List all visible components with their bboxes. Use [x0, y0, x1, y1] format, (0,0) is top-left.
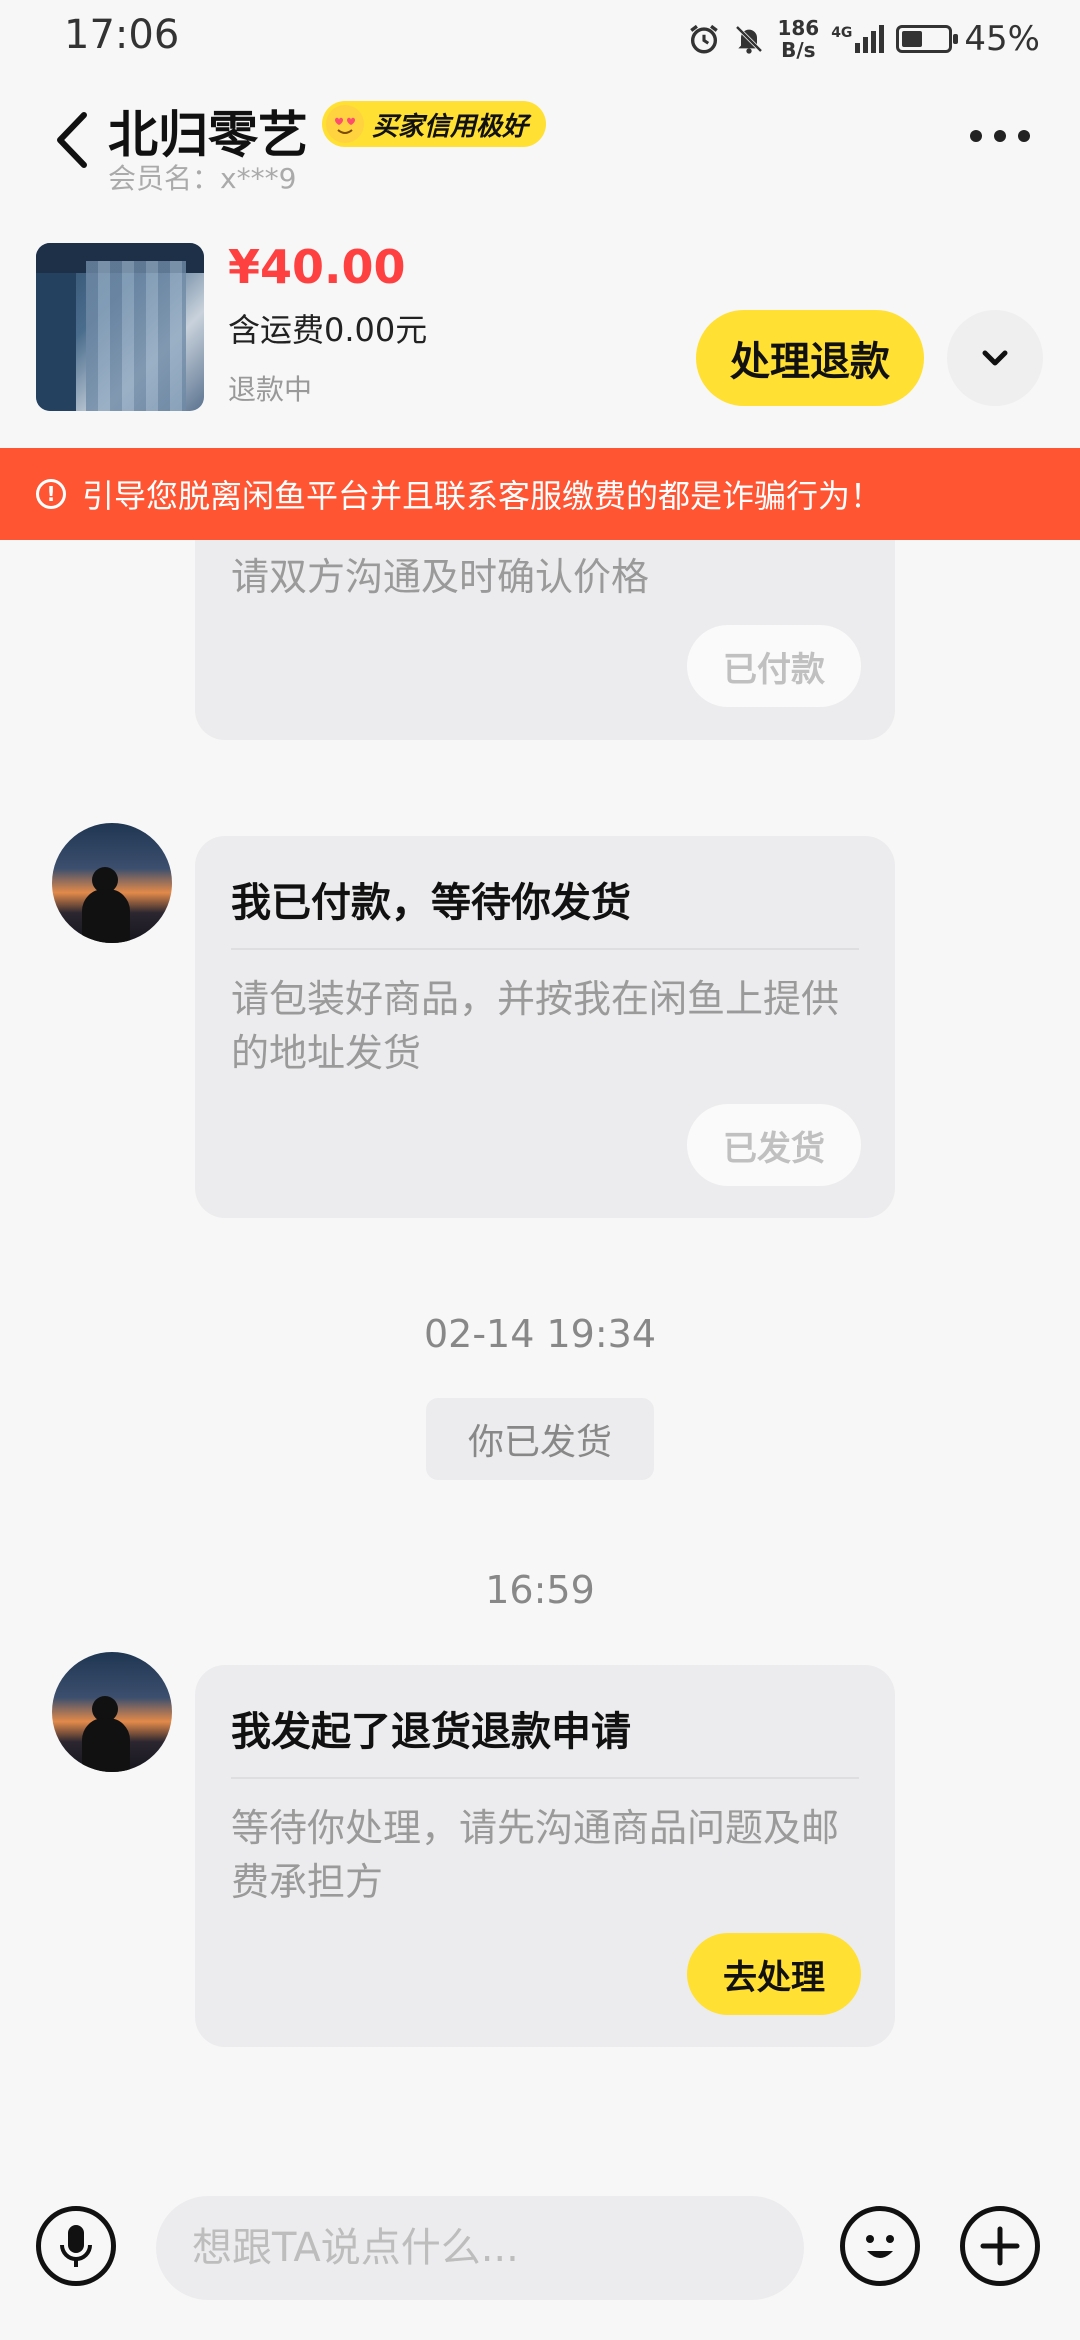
signal-icon: 4G — [831, 25, 885, 53]
avatar[interactable] — [52, 1652, 172, 1772]
back-icon[interactable] — [48, 105, 98, 175]
mute-bell-icon — [736, 25, 763, 54]
timestamp: 16:59 — [485, 1568, 595, 1612]
product-price: ¥40.00 — [228, 240, 406, 294]
battery-icon — [896, 25, 959, 53]
order-message-card: 我已付款，等待你发货 请包装好商品，并按我在闲鱼上提供的地址发货 已发货 — [195, 836, 895, 1218]
alarm-icon — [690, 24, 719, 54]
product-thumbnail[interactable] — [36, 243, 204, 411]
status-time: 17:06 — [64, 12, 180, 58]
handle-refund-button[interactable]: 处理退款 — [696, 310, 924, 406]
credit-badge-label: 买家信用极好 — [372, 111, 529, 142]
member-name: 会员名：x***9 — [108, 162, 297, 195]
status-bar: 17:06 186 B/s 4G 45% — [0, 0, 1080, 80]
paid-button: 已付款 — [687, 625, 861, 707]
timestamp: 02-14 19:34 — [423, 1312, 656, 1356]
warning-text: 引导您脱离闲鱼平台并且联系客服缴费的都是诈骗行为！ — [82, 477, 883, 515]
status-icons: 186 B/s 4G 45% — [687, 14, 1040, 64]
warning-icon: ! — [36, 479, 66, 509]
divider — [231, 948, 859, 950]
fraud-warning-banner: ! 引导您脱离闲鱼平台并且联系客服缴费的都是诈骗行为！ — [0, 448, 1080, 540]
shipped-button: 已发货 — [687, 1104, 861, 1186]
order-message-card: 我发起了退货退款申请 等待你处理，请先沟通商品问题及邮费承担方 去处理 — [195, 1665, 895, 2047]
emoji-icon[interactable] — [840, 2206, 920, 2286]
chevron-down-icon[interactable] — [947, 310, 1043, 406]
order-status: 退款中 — [228, 373, 313, 406]
microphone-icon[interactable] — [36, 2206, 116, 2286]
message-title: 我已付款，等待你发货 — [231, 880, 631, 926]
system-message: 你已发货 — [426, 1398, 654, 1480]
divider — [231, 1777, 859, 1779]
go-handle-button[interactable]: 去处理 — [687, 1933, 861, 2015]
credit-badge: 买家信用极好 — [322, 101, 547, 147]
message-title: 我发起了退货退款申请 — [231, 1709, 631, 1755]
avatar[interactable] — [52, 823, 172, 943]
message-body: 请包装好商品，并按我在闲鱼上提供的地址发货 — [231, 977, 840, 1075]
net-speed: 186 B/s — [777, 16, 820, 62]
message-body: 等待你处理，请先沟通商品问题及邮费承担方 — [231, 1806, 840, 1904]
heart-eyes-emoji-icon — [326, 105, 364, 143]
more-options-icon[interactable] — [970, 130, 1030, 142]
battery-percent: 45% — [964, 19, 1040, 59]
shipping-fee: 含运费0.00元 — [228, 311, 428, 349]
message-input[interactable] — [156, 2196, 804, 2300]
plus-icon[interactable] — [960, 2206, 1040, 2286]
message-body: 请双方沟通及时确认价格 — [231, 555, 650, 599]
